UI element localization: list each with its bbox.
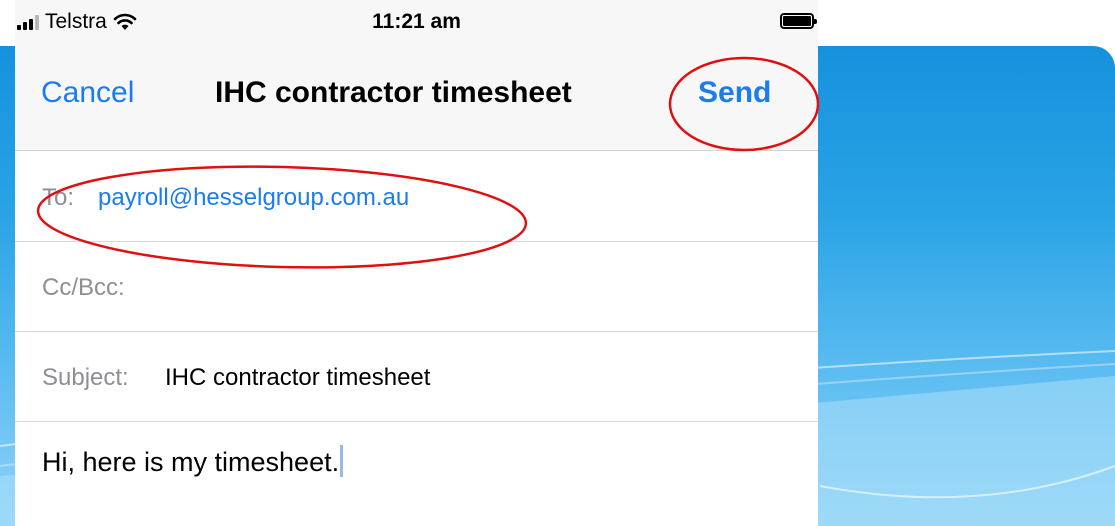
to-recipient[interactable]: payroll@hesselgroup.com.au (98, 184, 409, 212)
cancel-button[interactable]: Cancel (41, 76, 134, 110)
phone-screenshot: Telstra 11:21 am Cancel IHC contractor t… (15, 0, 818, 526)
to-field[interactable]: To: payroll@hesselgroup.com.au (15, 152, 818, 242)
status-bar: Telstra 11:21 am (15, 0, 818, 44)
compose-nav-bar: Cancel IHC contractor timesheet Send (15, 44, 818, 151)
cc-bcc-label: Cc/Bcc: (42, 274, 125, 301)
to-label: To: (42, 184, 75, 211)
subject-value[interactable]: IHC contractor timesheet (165, 364, 430, 392)
send-button[interactable]: Send (698, 76, 771, 110)
cc-bcc-field[interactable]: Cc/Bcc: (15, 242, 818, 332)
subject-label: Subject: (42, 364, 129, 391)
status-time: 11:21 am (372, 10, 461, 33)
message-body-text: Hi, here is my timesheet. (42, 447, 340, 477)
text-cursor (340, 445, 344, 477)
compose-title: IHC contractor timesheet (215, 76, 572, 109)
subject-field[interactable]: Subject: IHC contractor timesheet (15, 332, 818, 422)
message-body[interactable]: Hi, here is my timesheet. (42, 445, 344, 478)
battery-icon (780, 13, 817, 29)
